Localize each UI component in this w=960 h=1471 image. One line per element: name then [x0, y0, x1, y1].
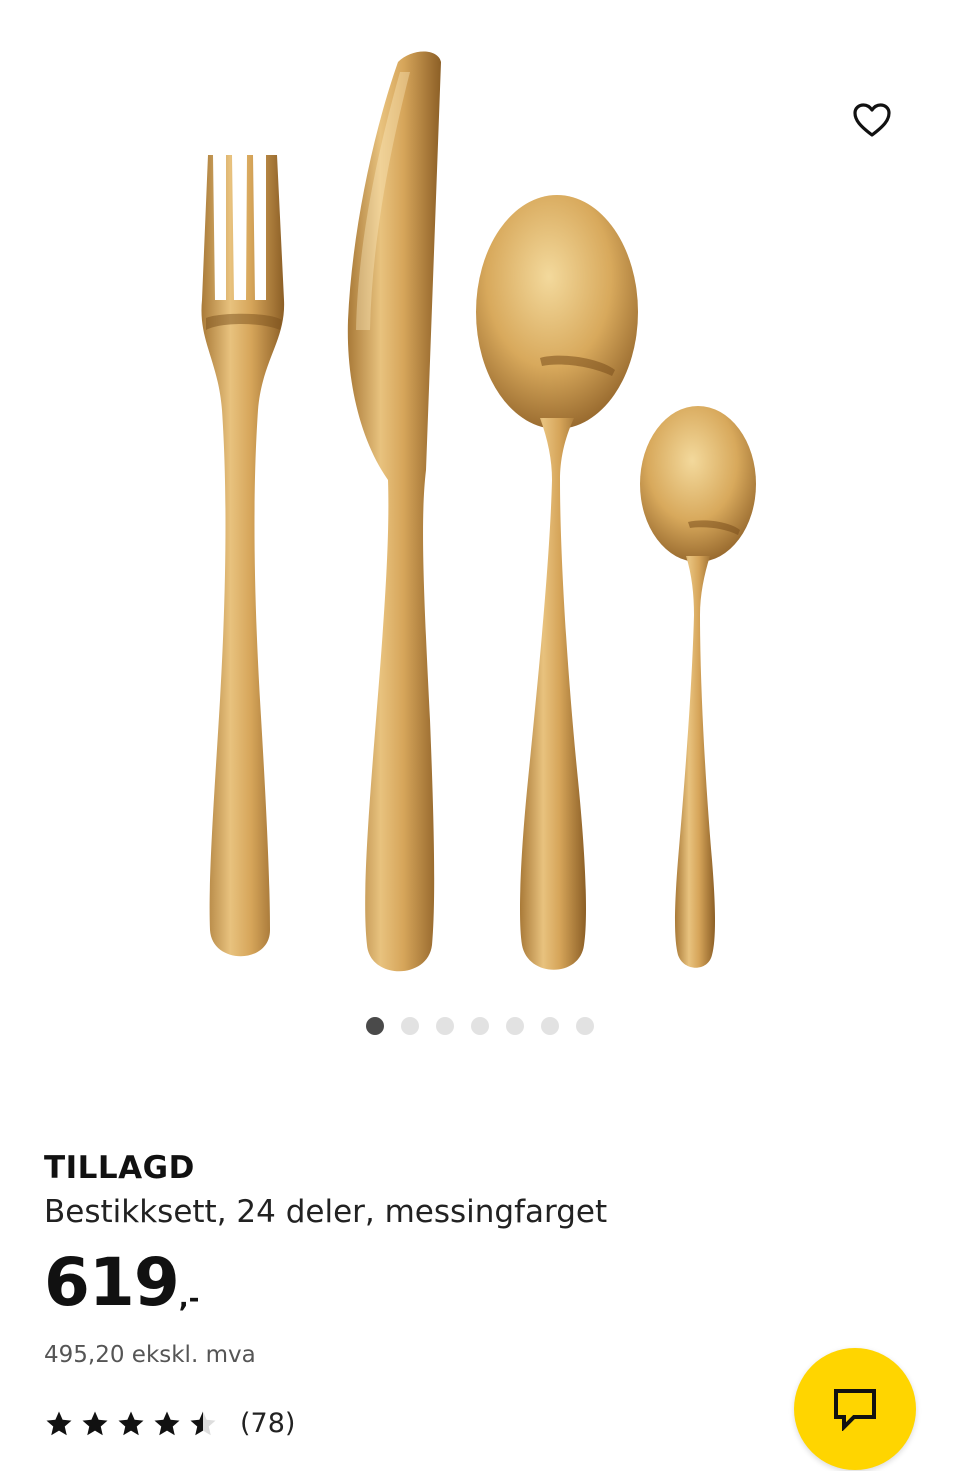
gallery-dot-2[interactable] [401, 1017, 419, 1035]
favorite-button[interactable] [842, 92, 902, 148]
gallery-dot-7[interactable] [576, 1017, 594, 1035]
rating-summary[interactable]: (78) [44, 1408, 295, 1439]
product-gallery[interactable] [0, 0, 960, 1000]
rating-stars [44, 1409, 218, 1439]
spoon-illustration [476, 195, 638, 970]
price-excluding-vat: 495,20 ekskl. mva [44, 1342, 256, 1368]
chat-button[interactable] [794, 1348, 916, 1470]
star-full-icon [46, 1411, 72, 1435]
gallery-dot-5[interactable] [506, 1017, 524, 1035]
product-name: TILLAGD [44, 1150, 195, 1186]
gallery-pagination [0, 1016, 960, 1036]
product-price: 619 ,- [44, 1250, 199, 1316]
star-half-icon [190, 1411, 216, 1435]
teaspoon-illustration [640, 406, 756, 968]
price-suffix: ,- [178, 1284, 200, 1314]
gallery-dot-6[interactable] [541, 1017, 559, 1035]
product-image-cutlery-set[interactable] [0, 0, 960, 1000]
gallery-dot-1[interactable] [366, 1017, 384, 1035]
star-full-icon [154, 1411, 180, 1435]
star-full-icon [82, 1411, 108, 1435]
chat-bubble-icon [834, 1389, 876, 1431]
fork-illustration [201, 155, 285, 957]
knife-illustration [347, 51, 441, 972]
review-count[interactable]: (78) [240, 1408, 295, 1439]
product-description: Bestikksett, 24 deler, messingfarget [44, 1194, 608, 1230]
gallery-dot-3[interactable] [436, 1017, 454, 1035]
gallery-dot-4[interactable] [471, 1017, 489, 1035]
price-integer: 619 [44, 1244, 180, 1321]
heart-outline-icon [853, 103, 891, 137]
star-full-icon [118, 1411, 144, 1435]
